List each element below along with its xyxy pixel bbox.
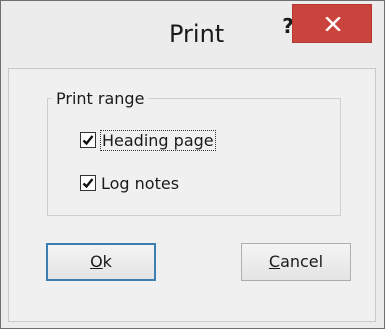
cancel-mnemonic: C — [268, 252, 281, 271]
ok-button[interactable]: Ok — [46, 243, 156, 281]
heading-page-label[interactable]: Heading page — [100, 129, 216, 151]
ok-mnemonic: O — [90, 252, 103, 271]
heading-page-checkbox[interactable]: Heading page — [80, 128, 216, 152]
cancel-label-rest: ancel — [280, 252, 324, 271]
checkmark-icon — [82, 135, 94, 146]
checkmark-icon — [82, 178, 94, 189]
title-bar[interactable]: Print ? — [1, 1, 384, 69]
print-dialog: Print ? Print range Heading page Log not… — [0, 0, 385, 329]
print-range-label: Print range — [52, 89, 149, 108]
close-button[interactable] — [292, 4, 372, 43]
ok-label-rest: k — [102, 252, 112, 271]
print-range-group — [47, 98, 341, 216]
log-notes-label[interactable]: Log notes — [100, 174, 180, 193]
window-title: Print — [169, 20, 225, 48]
close-icon — [325, 17, 341, 31]
cancel-button[interactable]: Cancel — [241, 243, 351, 281]
checkbox-box[interactable] — [80, 132, 96, 148]
checkbox-box[interactable] — [80, 175, 96, 191]
log-notes-checkbox[interactable]: Log notes — [80, 171, 180, 195]
dialog-content: Print range Heading page Log notes Ok Ca… — [8, 68, 376, 322]
